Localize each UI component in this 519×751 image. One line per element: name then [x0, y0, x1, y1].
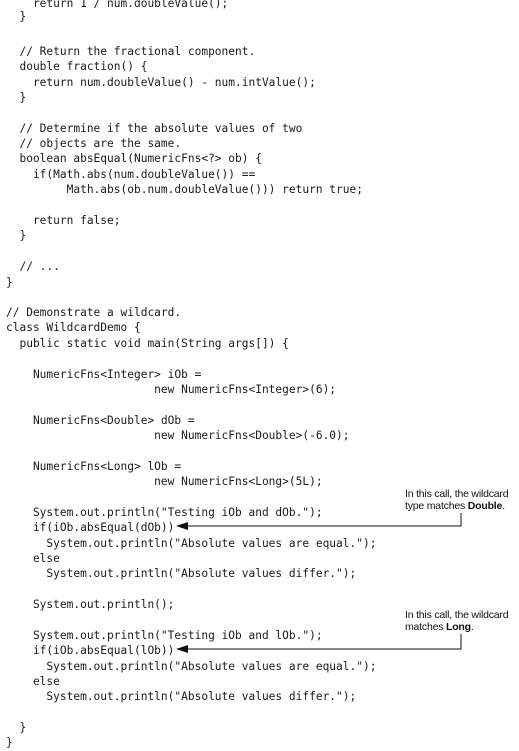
callout-arrow-long-line: [186, 634, 462, 650]
callout-arrow-double-head: [176, 522, 188, 530]
callout-arrow-long: [176, 634, 462, 653]
callout-arrows: [176, 513, 462, 653]
callout-arrow-long-head: [176, 645, 188, 653]
callout-arrow-double-line: [186, 513, 462, 527]
code-listing: return 1 / num.doubleValue(); } // Retur…: [0, 0, 519, 751]
callout-arrow-double: [176, 513, 462, 530]
